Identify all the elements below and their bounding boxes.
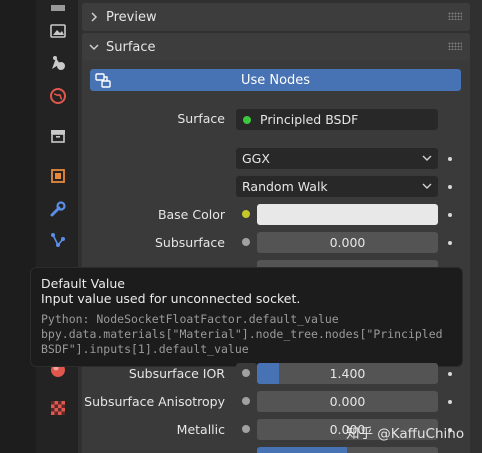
subsurface-ior-value: 1.400 [329,366,366,381]
surface-panel-title: Surface [106,39,156,55]
metallic-socket-button[interactable] [236,419,257,440]
preview-panel-header[interactable]: Preview [82,3,470,31]
tooltip-python-line-2: bpy.data.materials["Material"].node_tree… [41,327,443,341]
distribution-value: GGX [242,151,270,166]
shader-socket-icon [243,116,251,124]
subsurface-ior-label: Subsurface IOR [128,366,225,381]
subsurface-ior-slider[interactable]: 1.400 [257,363,438,384]
keyframe-dot-icon[interactable] [448,185,452,189]
tooltip-title: Default Value [41,276,125,291]
modifier-wrench-icon[interactable] [48,199,68,219]
use-nodes-label: Use Nodes [240,72,311,88]
base-color-socket-button[interactable] [236,204,257,225]
keyframe-dot-icon[interactable] [448,372,452,376]
subsurface-ior-socket-button[interactable] [236,363,257,384]
tooltip-python-line-1: Python: NodeSocketFloatFactor.default_va… [41,312,339,326]
collection-tab-icon[interactable] [48,126,68,146]
left-strip [0,0,36,453]
tooltip: Default Value Input value used for uncon… [30,267,463,367]
base-color-swatch[interactable] [257,204,438,225]
color-socket-icon [242,210,250,218]
particles-tab-icon[interactable] [48,230,68,250]
world-tab-icon[interactable] [48,86,68,106]
subsurface-anisotropy-slider[interactable]: 0.000 [257,391,438,412]
subsurface-anisotropy-label: Subsurface Anisotropy [84,394,225,409]
float-socket-icon [242,369,250,377]
base-color-label: Base Color [157,207,225,222]
keyframe-dot-icon[interactable] [448,213,452,217]
float-socket-icon [242,425,250,433]
scene-tab-icon[interactable] [48,53,68,73]
node-tree-icon [94,71,112,89]
surface-label: Surface [177,111,225,126]
chevron-right-icon [82,12,106,22]
keyframe-dot-icon[interactable] [448,241,452,245]
tool-tab-icon[interactable] [48,0,68,20]
use-nodes-button[interactable]: Use Nodes [90,69,461,91]
surface-shader-field[interactable]: Principled BSDF [236,109,438,130]
subsurface-method-select[interactable]: Random Walk [236,176,438,197]
subsurface-method-value: Random Walk [242,179,328,194]
tooltip-python-line-3: BSDF"].inputs[1].default_value [41,342,249,356]
float-socket-icon [242,397,250,405]
subsurface-anisotropy-socket-button[interactable] [236,391,257,412]
subsurface-anisotropy-value: 0.000 [329,394,366,409]
surface-shader-value: Principled BSDF [260,112,359,127]
distribution-select[interactable]: GGX [236,148,438,169]
subsurface-slider[interactable]: 0.000 [257,232,438,253]
object-tab-icon[interactable] [48,166,68,186]
drag-grip-icon[interactable] [448,42,462,50]
float-socket-icon [242,238,250,246]
render-tab-icon[interactable] [48,21,68,41]
subsurface-socket-button[interactable] [236,232,257,253]
tooltip-description: Input value used for unconnected socket. [41,291,301,306]
subsurface-label: Subsurface [155,235,225,250]
metallic-label: Metallic [176,422,225,437]
chevron-down-icon [422,179,432,194]
watermark-text: 知乎 @KaffuChino [346,426,465,442]
drag-grip-icon[interactable] [448,12,462,20]
next-slider-partial[interactable] [257,447,438,453]
keyframe-dot-icon[interactable] [448,157,452,161]
slider-fill [257,447,347,453]
chevron-down-icon [82,42,106,52]
surface-panel-header[interactable]: Surface [82,33,470,61]
preview-panel-title: Preview [106,9,157,25]
chevron-down-icon [422,151,432,166]
subsurface-value: 0.000 [329,235,366,250]
keyframe-dot-icon[interactable] [448,400,452,404]
texture-checker-icon[interactable] [48,398,68,418]
